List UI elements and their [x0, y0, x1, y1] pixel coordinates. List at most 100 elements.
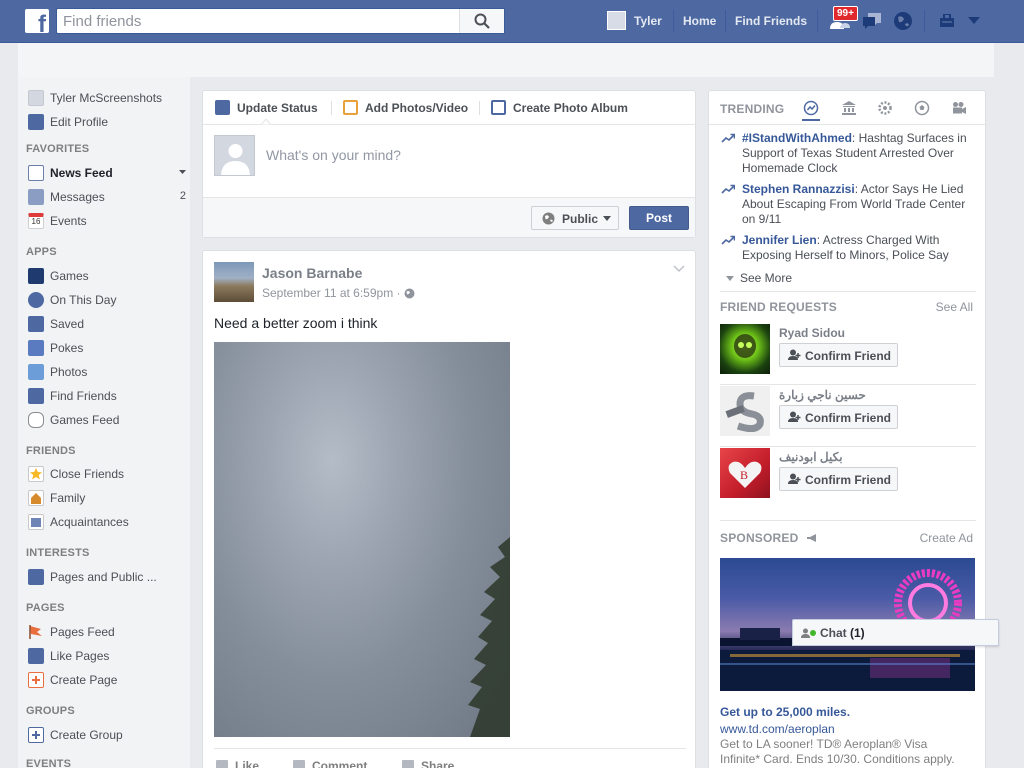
sidebar-item-acquaintances[interactable]: Acquaintances — [26, 513, 186, 531]
sidebar-item-pages-feed[interactable]: Pages Feed — [26, 623, 186, 641]
sidebar-item-label: Close Friends — [50, 467, 125, 481]
notifications-globe-icon[interactable] — [893, 11, 913, 31]
trending-top-icon[interactable] — [803, 100, 819, 116]
pencil-icon — [215, 100, 230, 115]
sports-ball-icon[interactable] — [914, 100, 930, 116]
create-ad-link[interactable]: Create Ad — [920, 531, 973, 545]
tab-label: Add Photos/Video — [365, 101, 469, 115]
home-link[interactable]: Home — [683, 14, 716, 28]
rss-icon — [28, 569, 44, 585]
find-friends-link[interactable]: Find Friends — [735, 14, 807, 28]
trending-topic[interactable]: Jennifer Lien — [742, 233, 817, 247]
tab-label: Update Status — [237, 101, 318, 115]
ad-title-link[interactable]: Get up to 25,000 miles. — [720, 705, 850, 719]
like-button[interactable]: Like — [216, 759, 259, 768]
science-gear-icon[interactable] — [877, 100, 893, 116]
sidebar-item-messages[interactable]: Messages 2 — [26, 188, 186, 206]
comment-button[interactable]: Comment — [293, 759, 367, 768]
search-box — [56, 8, 505, 34]
sidebar-item-profile[interactable]: Tyler McScreenshots — [26, 89, 186, 107]
friend-request-name[interactable]: حسين ناجي زبارة — [779, 388, 866, 402]
trending-item[interactable]: Jennifer Lien: Actress Charged With Expo… — [721, 233, 971, 265]
trending-item[interactable]: Stephen Rannazzisi: Actor Says He Lied A… — [721, 182, 971, 228]
facebook-logo-icon[interactable]: f — [25, 9, 49, 33]
section-divider — [720, 384, 976, 385]
share-label: Share — [421, 759, 455, 768]
sidebar-item-label: Like Pages — [50, 649, 110, 663]
trending-arrow-icon — [721, 235, 735, 245]
sidebar-item-news-feed[interactable]: News Feed — [26, 164, 186, 182]
sidebar-item-label: Create Page — [50, 673, 118, 687]
tree-silhouette-icon — [468, 537, 510, 737]
trending-item-text: Stephen Rannazzisi: Actor Says He Lied A… — [742, 182, 972, 227]
tab-divider — [479, 101, 480, 115]
see-more-trending-link[interactable]: See More — [726, 271, 792, 285]
post-actions-divider — [214, 748, 686, 749]
sidebar-item-find-friends[interactable]: Find Friends — [26, 387, 186, 405]
sidebar-item-pokes[interactable]: Pokes — [26, 339, 186, 357]
confirm-friend-button[interactable]: Confirm Friend — [779, 405, 898, 429]
sidebar-item-create-page[interactable]: Create Page — [26, 671, 186, 689]
friend-request-name[interactable]: بكيل ابودنيف — [779, 450, 843, 464]
messages-icon[interactable] — [861, 11, 883, 31]
post-button[interactable]: Post — [629, 206, 689, 230]
family-icon — [28, 490, 44, 506]
chevron-down-icon[interactable] — [179, 170, 186, 175]
sidebar-item-family[interactable]: Family — [26, 489, 186, 507]
ad-url[interactable]: www.td.com/aeroplan — [720, 722, 835, 736]
trending-topic[interactable]: Stephen Rannazzisi — [742, 182, 855, 196]
bookmark-icon — [28, 316, 44, 332]
sidebar-item-like-pages[interactable]: Like Pages — [26, 647, 186, 665]
sidebar-item-events[interactable]: 16 Events — [26, 212, 186, 230]
post-timestamp[interactable]: September 11 at 6:59pm · — [262, 286, 415, 300]
sidebar-item-games-feed[interactable]: Games Feed — [26, 411, 186, 429]
composer-avatar — [214, 135, 255, 176]
sidebar-item-label: Photos — [50, 365, 88, 379]
profile-avatar-icon — [28, 90, 44, 106]
post-author-name[interactable]: Jason Barnabe — [262, 265, 362, 281]
status-input[interactable]: What's on your mind? — [266, 147, 401, 163]
confirm-friend-label: Confirm Friend — [805, 349, 891, 363]
post-photo[interactable] — [214, 342, 510, 737]
sidebar-item-photos[interactable]: Photos — [26, 363, 186, 381]
account-menu-chevron-down-icon[interactable] — [968, 17, 980, 25]
confirm-friend-button[interactable]: Confirm Friend — [779, 343, 898, 367]
confirm-friend-button[interactable]: Confirm Friend — [779, 467, 898, 491]
sidebar-item-label: Create Group — [50, 728, 123, 742]
section-heading-events: EVENTS — [26, 758, 72, 768]
section-heading-favorites: FAVORITES — [26, 143, 90, 155]
nav-divider — [924, 10, 925, 32]
post-text: Need a better zoom i think — [214, 315, 378, 331]
globe-icon — [542, 212, 555, 225]
pencil-icon — [28, 114, 44, 130]
post-options-chevron-down-icon[interactable] — [673, 265, 685, 273]
sidebar-item-edit-profile[interactable]: Edit Profile — [26, 113, 186, 131]
sidebar-item-saved[interactable]: Saved — [26, 315, 186, 333]
search-button[interactable] — [459, 9, 504, 33]
trending-topic[interactable]: #IStandWithAhmed — [742, 131, 852, 145]
friend-request-name[interactable]: Ryad Sidou — [779, 326, 845, 340]
sidebar-item-create-group[interactable]: Create Group — [26, 726, 186, 744]
friend-request-avatar[interactable] — [720, 386, 770, 436]
share-icon — [402, 760, 414, 768]
sidebar-item-games[interactable]: Games — [26, 267, 186, 285]
search-input[interactable] — [63, 12, 453, 30]
friend-request-avatar[interactable] — [720, 324, 770, 374]
sidebar-item-on-this-day[interactable]: On This Day — [26, 291, 186, 309]
sidebar-item-close-friends[interactable]: Close Friends — [26, 465, 186, 483]
share-button[interactable]: Share — [402, 759, 454, 768]
trending-item[interactable]: #IStandWithAhmed: Hashtag Surfaces in Su… — [721, 131, 971, 177]
sidebar-item-label: Pages Feed — [50, 625, 115, 639]
add-friend-icon — [788, 349, 801, 360]
trending-heading: TRENDING — [720, 102, 785, 116]
see-all-friend-requests-link[interactable]: See All — [936, 300, 973, 314]
friend-request-avatar[interactable]: B — [720, 448, 770, 498]
privacy-selector-button[interactable]: Public — [531, 206, 619, 230]
sidebar-item-pages-and-public[interactable]: Pages and Public ... — [26, 568, 186, 586]
privacy-shortcuts-icon[interactable] — [938, 14, 956, 28]
entertainment-camera-icon[interactable] — [951, 100, 967, 116]
megaphone-icon — [807, 534, 817, 542]
politics-icon[interactable] — [841, 100, 857, 116]
chat-tab[interactable]: Chat (1) — [792, 619, 999, 646]
post-author-avatar[interactable] — [214, 262, 254, 302]
